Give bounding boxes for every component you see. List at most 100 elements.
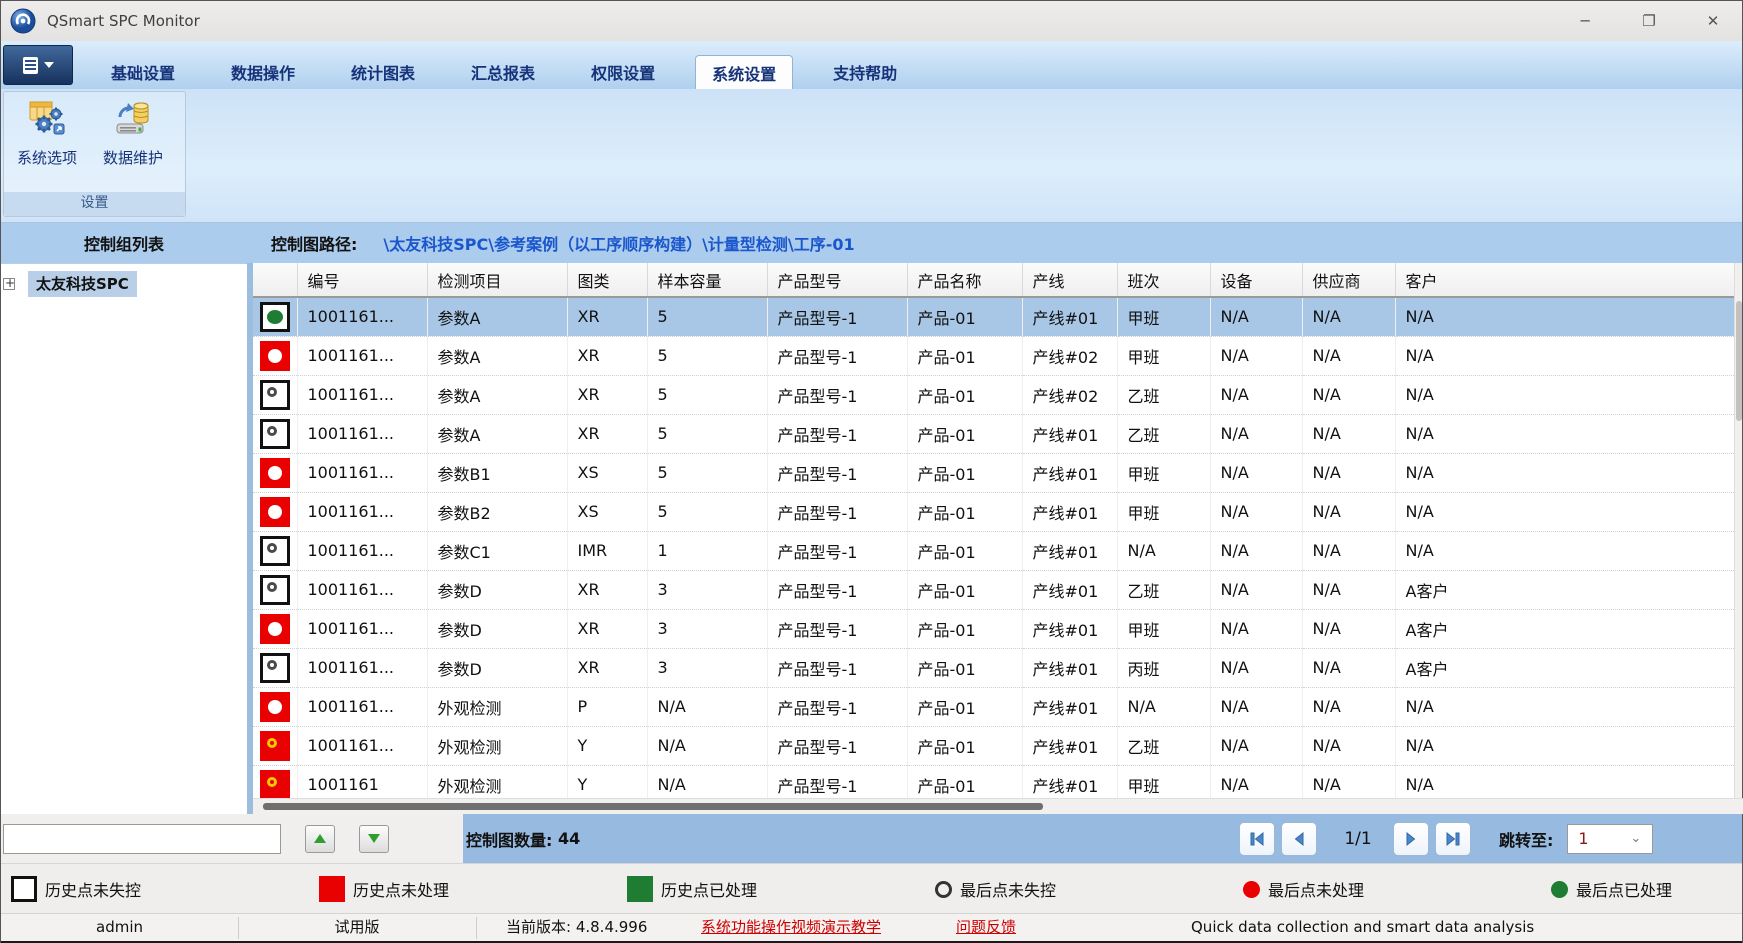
table-row[interactable]: 1001161...参数AXR5产品型号-1产品-01产线#02甲班N/AN/A… bbox=[253, 336, 1736, 375]
table-cell: 产品-01 bbox=[907, 375, 1022, 414]
table-cell: N/A bbox=[1210, 609, 1302, 648]
next-page-button[interactable] bbox=[1393, 822, 1429, 856]
chart-path-value[interactable]: \太友科技SPC\参考案例（以工序顺序构建）\计量型检测\工序-01 bbox=[383, 231, 854, 255]
table-row[interactable]: 1001161...参数DXR3产品型号-1产品-01产线#01乙班N/AN/A… bbox=[253, 570, 1736, 609]
tree-root-row[interactable]: 太友科技SPC bbox=[1, 270, 247, 297]
last-page-button[interactable] bbox=[1435, 822, 1471, 856]
column-header[interactable] bbox=[253, 263, 297, 297]
app-menu-button[interactable] bbox=[3, 45, 73, 85]
table-row[interactable]: 1001161...外观检测YN/A产品型号-1产品-01产线#01乙班N/AN… bbox=[253, 726, 1736, 765]
column-header[interactable]: 设备 bbox=[1210, 263, 1302, 297]
menu-tab-6[interactable]: 系统设置 bbox=[695, 55, 793, 89]
table-cell: N/A bbox=[1395, 531, 1736, 570]
row-status-cell bbox=[253, 414, 297, 453]
table-cell: 产品型号-1 bbox=[767, 609, 907, 648]
column-header[interactable]: 产线 bbox=[1022, 263, 1117, 297]
video-tutorial-link[interactable]: 系统功能操作视频演示教学 bbox=[701, 914, 881, 942]
table-cell: 产线#02 bbox=[1022, 375, 1117, 414]
column-header[interactable]: 客户 bbox=[1395, 263, 1736, 297]
legend-circle-red-icon bbox=[1243, 881, 1260, 898]
table-cell: 产线#01 bbox=[1022, 570, 1117, 609]
pagination-bar: 控制图数量: 44 1/1 跳转至: 1 ⌄ bbox=[1, 814, 1742, 863]
table-row[interactable]: 1001161...参数AXR5产品型号-1产品-01产线#02乙班N/AN/A… bbox=[253, 375, 1736, 414]
table-row[interactable]: 1001161...外观检测PN/A产品型号-1产品-01产线#01N/AN/A… bbox=[253, 687, 1736, 726]
feedback-link[interactable]: 问题反馈 bbox=[956, 914, 1016, 942]
table-row[interactable]: 1001161...参数C1IMR1产品型号-1产品-01产线#01N/AN/A… bbox=[253, 531, 1736, 570]
legend-item: 历史点未失控 bbox=[11, 864, 141, 914]
table-cell: A客户 bbox=[1395, 570, 1736, 609]
minimize-button[interactable]: ─ bbox=[1570, 8, 1600, 34]
vertical-scrollbar[interactable] bbox=[1734, 263, 1742, 798]
table-cell: N/A bbox=[1210, 726, 1302, 765]
menu-tab-5[interactable]: 权限设置 bbox=[575, 55, 671, 89]
table-cell: 5 bbox=[647, 297, 767, 336]
legend-label: 最后点未失控 bbox=[960, 877, 1056, 901]
table-cell: XR bbox=[567, 570, 647, 609]
jump-to-page-select[interactable]: 1 ⌄ bbox=[1567, 824, 1653, 854]
horizontal-scrollbar-thumb[interactable] bbox=[263, 803, 1043, 810]
menu-tab-2[interactable]: 数据操作 bbox=[215, 55, 311, 89]
menu-tab-4[interactable]: 汇总报表 bbox=[455, 55, 551, 89]
column-header[interactable]: 供应商 bbox=[1302, 263, 1395, 297]
column-header[interactable]: 产品名称 bbox=[907, 263, 1022, 297]
table-cell: 产品型号-1 bbox=[767, 492, 907, 531]
table-row[interactable]: 1001161...参数B1XS5产品型号-1产品-01产线#01甲班N/AN/… bbox=[253, 453, 1736, 492]
horizontal-scrollbar[interactable] bbox=[253, 798, 1743, 814]
pager-controls: 1/1 跳转至: 1 ⌄ bbox=[1239, 814, 1653, 863]
tree-expander-icon[interactable] bbox=[3, 278, 15, 290]
column-header[interactable]: 产品型号 bbox=[767, 263, 907, 297]
menu-tabs: 基础设置数据操作统计图表汇总报表权限设置系统设置支持帮助 bbox=[95, 55, 937, 89]
table-cell: 1001161... bbox=[297, 453, 427, 492]
column-header[interactable]: 编号 bbox=[297, 263, 427, 297]
status-hollow-icon bbox=[260, 575, 290, 605]
table-cell: N/A bbox=[1302, 336, 1395, 375]
ribbon-group-settings: 系统选项 数据维护 设置 bbox=[3, 91, 186, 217]
menu-tab-1[interactable]: 基础设置 bbox=[95, 55, 191, 89]
maximize-button[interactable]: ❐ bbox=[1634, 8, 1664, 34]
menu-tab-7[interactable]: 支持帮助 bbox=[817, 55, 913, 89]
status-redwhite-icon bbox=[260, 497, 290, 527]
table-cell: 产品-01 bbox=[907, 336, 1022, 375]
next-page-icon bbox=[1402, 830, 1420, 848]
tree-search-input[interactable] bbox=[3, 824, 281, 854]
table-cell: N/A bbox=[647, 765, 767, 798]
table-row[interactable]: 1001161外观检测YN/A产品型号-1产品-01产线#01甲班N/AN/AN… bbox=[253, 765, 1736, 798]
table-row[interactable]: 1001161...参数AXR5产品型号-1产品-01产线#01甲班N/AN/A… bbox=[253, 297, 1736, 336]
table-row[interactable]: 1001161...参数B2XS5产品型号-1产品-01产线#01甲班N/AN/… bbox=[253, 492, 1736, 531]
chart-path-label: 控制图路径: bbox=[271, 231, 357, 255]
table-cell: 产品型号-1 bbox=[767, 687, 907, 726]
first-page-button[interactable] bbox=[1239, 822, 1275, 856]
previous-page-button[interactable] bbox=[1281, 822, 1317, 856]
table-cell: N/A bbox=[1395, 336, 1736, 375]
status-bar: admin试用版当前版本: 4.8.4.996系统功能操作视频演示教学问题反馈Q… bbox=[1, 913, 1742, 941]
table-cell: 甲班 bbox=[1117, 336, 1210, 375]
tree-root-label[interactable]: 太友科技SPC bbox=[28, 271, 137, 297]
column-header[interactable]: 样本容量 bbox=[647, 263, 767, 297]
table-cell: 产线#01 bbox=[1022, 414, 1117, 453]
column-header[interactable]: 检测项目 bbox=[427, 263, 567, 297]
data-maintenance-button[interactable]: 数据维护 bbox=[90, 92, 176, 188]
menu-tab-3[interactable]: 统计图表 bbox=[335, 55, 431, 89]
column-header[interactable]: 班次 bbox=[1117, 263, 1210, 297]
vertical-scrollbar-thumb[interactable] bbox=[1736, 301, 1742, 421]
search-up-button[interactable] bbox=[305, 825, 335, 853]
system-options-button[interactable]: 系统选项 bbox=[4, 92, 90, 188]
table-cell: N/A bbox=[1210, 570, 1302, 609]
table-row[interactable]: 1001161...参数AXR5产品型号-1产品-01产线#01乙班N/AN/A… bbox=[253, 414, 1736, 453]
table-row[interactable]: 1001161...参数DXR3产品型号-1产品-01产线#01甲班N/AN/A… bbox=[253, 609, 1736, 648]
column-header[interactable]: 图类 bbox=[567, 263, 647, 297]
table-cell: N/A bbox=[1210, 648, 1302, 687]
table-row[interactable]: 1001161...参数DXR3产品型号-1产品-01产线#01丙班N/AN/A… bbox=[253, 648, 1736, 687]
table-cell: 1001161... bbox=[297, 726, 427, 765]
table-cell: 外观检测 bbox=[427, 765, 567, 798]
legend-label: 最后点已处理 bbox=[1576, 877, 1672, 901]
table-cell: 1001161... bbox=[297, 648, 427, 687]
table-cell: N/A bbox=[1210, 492, 1302, 531]
table-cell: 3 bbox=[647, 648, 767, 687]
arrow-down-icon bbox=[368, 834, 380, 843]
table-cell: 参数A bbox=[427, 297, 567, 336]
ribbon-tab-bar: 基础设置数据操作统计图表汇总报表权限设置系统设置支持帮助 bbox=[1, 41, 1742, 89]
close-button[interactable]: ✕ bbox=[1698, 8, 1728, 34]
table-cell: 产品型号-1 bbox=[767, 414, 907, 453]
search-down-button[interactable] bbox=[359, 825, 389, 853]
